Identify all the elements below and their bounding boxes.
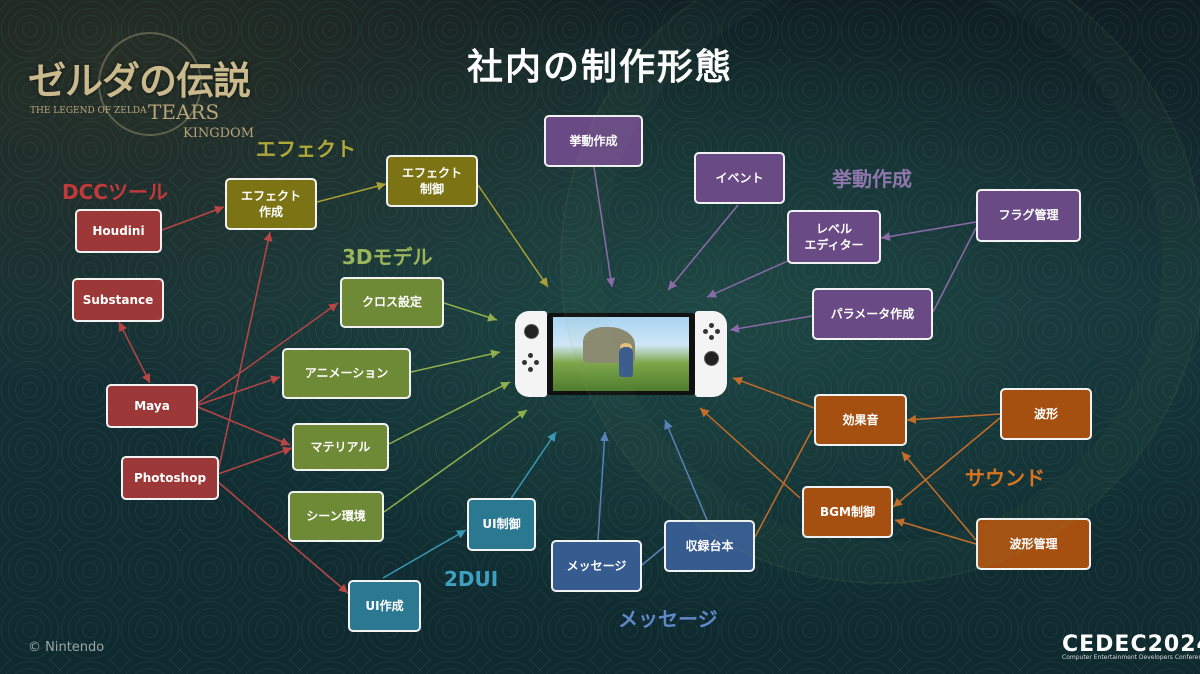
dpad-right-icon (534, 360, 539, 365)
node-sound-effect: 効果音 (814, 394, 907, 446)
node-animation: アニメーション (282, 348, 411, 399)
dpad-down-icon (528, 367, 533, 372)
switch-screen (547, 313, 695, 395)
category-message: メッセージ (618, 607, 718, 631)
y-button-icon (703, 329, 708, 334)
dpad-up-icon (528, 353, 533, 358)
game-screenshot (553, 317, 689, 391)
node-scene-environment: シーン環境 (288, 491, 384, 542)
nintendo-switch-device (515, 311, 727, 397)
a-button-icon (715, 329, 720, 334)
category-sound: サウンド (965, 466, 1045, 490)
node-effect-create: エフェクト 作成 (225, 178, 317, 230)
node-cloth-settings: クロス設定 (340, 277, 444, 328)
hero-head (620, 343, 632, 351)
dpad-left-icon (522, 360, 527, 365)
cedec-logo: CEDEC2024 Computer Entertainment Develop… (1062, 632, 1200, 661)
x-button-icon (709, 323, 714, 328)
slide: ゼルダの伝説 THE LEGEND OF ZELDA TEARS KINGDOM… (0, 0, 1200, 674)
node-ui-control: UI制御 (467, 498, 536, 551)
node-behavior-create: 挙動作成 (544, 115, 643, 167)
node-waveform: 波形 (1000, 388, 1092, 440)
node-recording-script: 収録台本 (664, 520, 755, 572)
cedec-logo-subtitle: Computer Entertainment Developers Confer… (1062, 654, 1200, 661)
category-3d-model: 3Dモデル (342, 245, 433, 269)
node-message: メッセージ (551, 540, 642, 592)
category-dcc-tools: DCCツール (62, 180, 168, 204)
copyright: © Nintendo (28, 640, 105, 655)
node-photoshop: Photoshop (121, 456, 219, 500)
node-level-editor: レベル エディター (787, 210, 881, 264)
node-ui-create: UI作成 (348, 580, 421, 632)
node-maya: Maya (106, 384, 198, 428)
ruin-shape (583, 327, 635, 363)
node-material: マテリアル (292, 423, 389, 471)
right-joycon (695, 311, 727, 397)
node-waveform-management: 波形管理 (976, 518, 1091, 570)
left-joycon (515, 311, 547, 397)
node-effect-control: エフェクト 制御 (386, 155, 478, 207)
category-2dui: 2DUI (444, 567, 499, 591)
category-effect: エフェクト (256, 137, 356, 161)
right-stick-icon (704, 351, 719, 366)
b-button-icon (709, 335, 714, 340)
node-parameter-create: パラメータ作成 (812, 288, 933, 340)
node-event: イベント (694, 152, 785, 204)
category-behavior: 挙動作成 (832, 167, 912, 191)
node-flag-management: フラグ管理 (976, 189, 1081, 242)
node-houdini: Houdini (75, 209, 162, 253)
left-stick-icon (524, 324, 539, 339)
hero-figure (619, 347, 633, 377)
node-bgm-control: BGM制御 (802, 486, 893, 538)
node-substance: Substance (72, 278, 164, 322)
